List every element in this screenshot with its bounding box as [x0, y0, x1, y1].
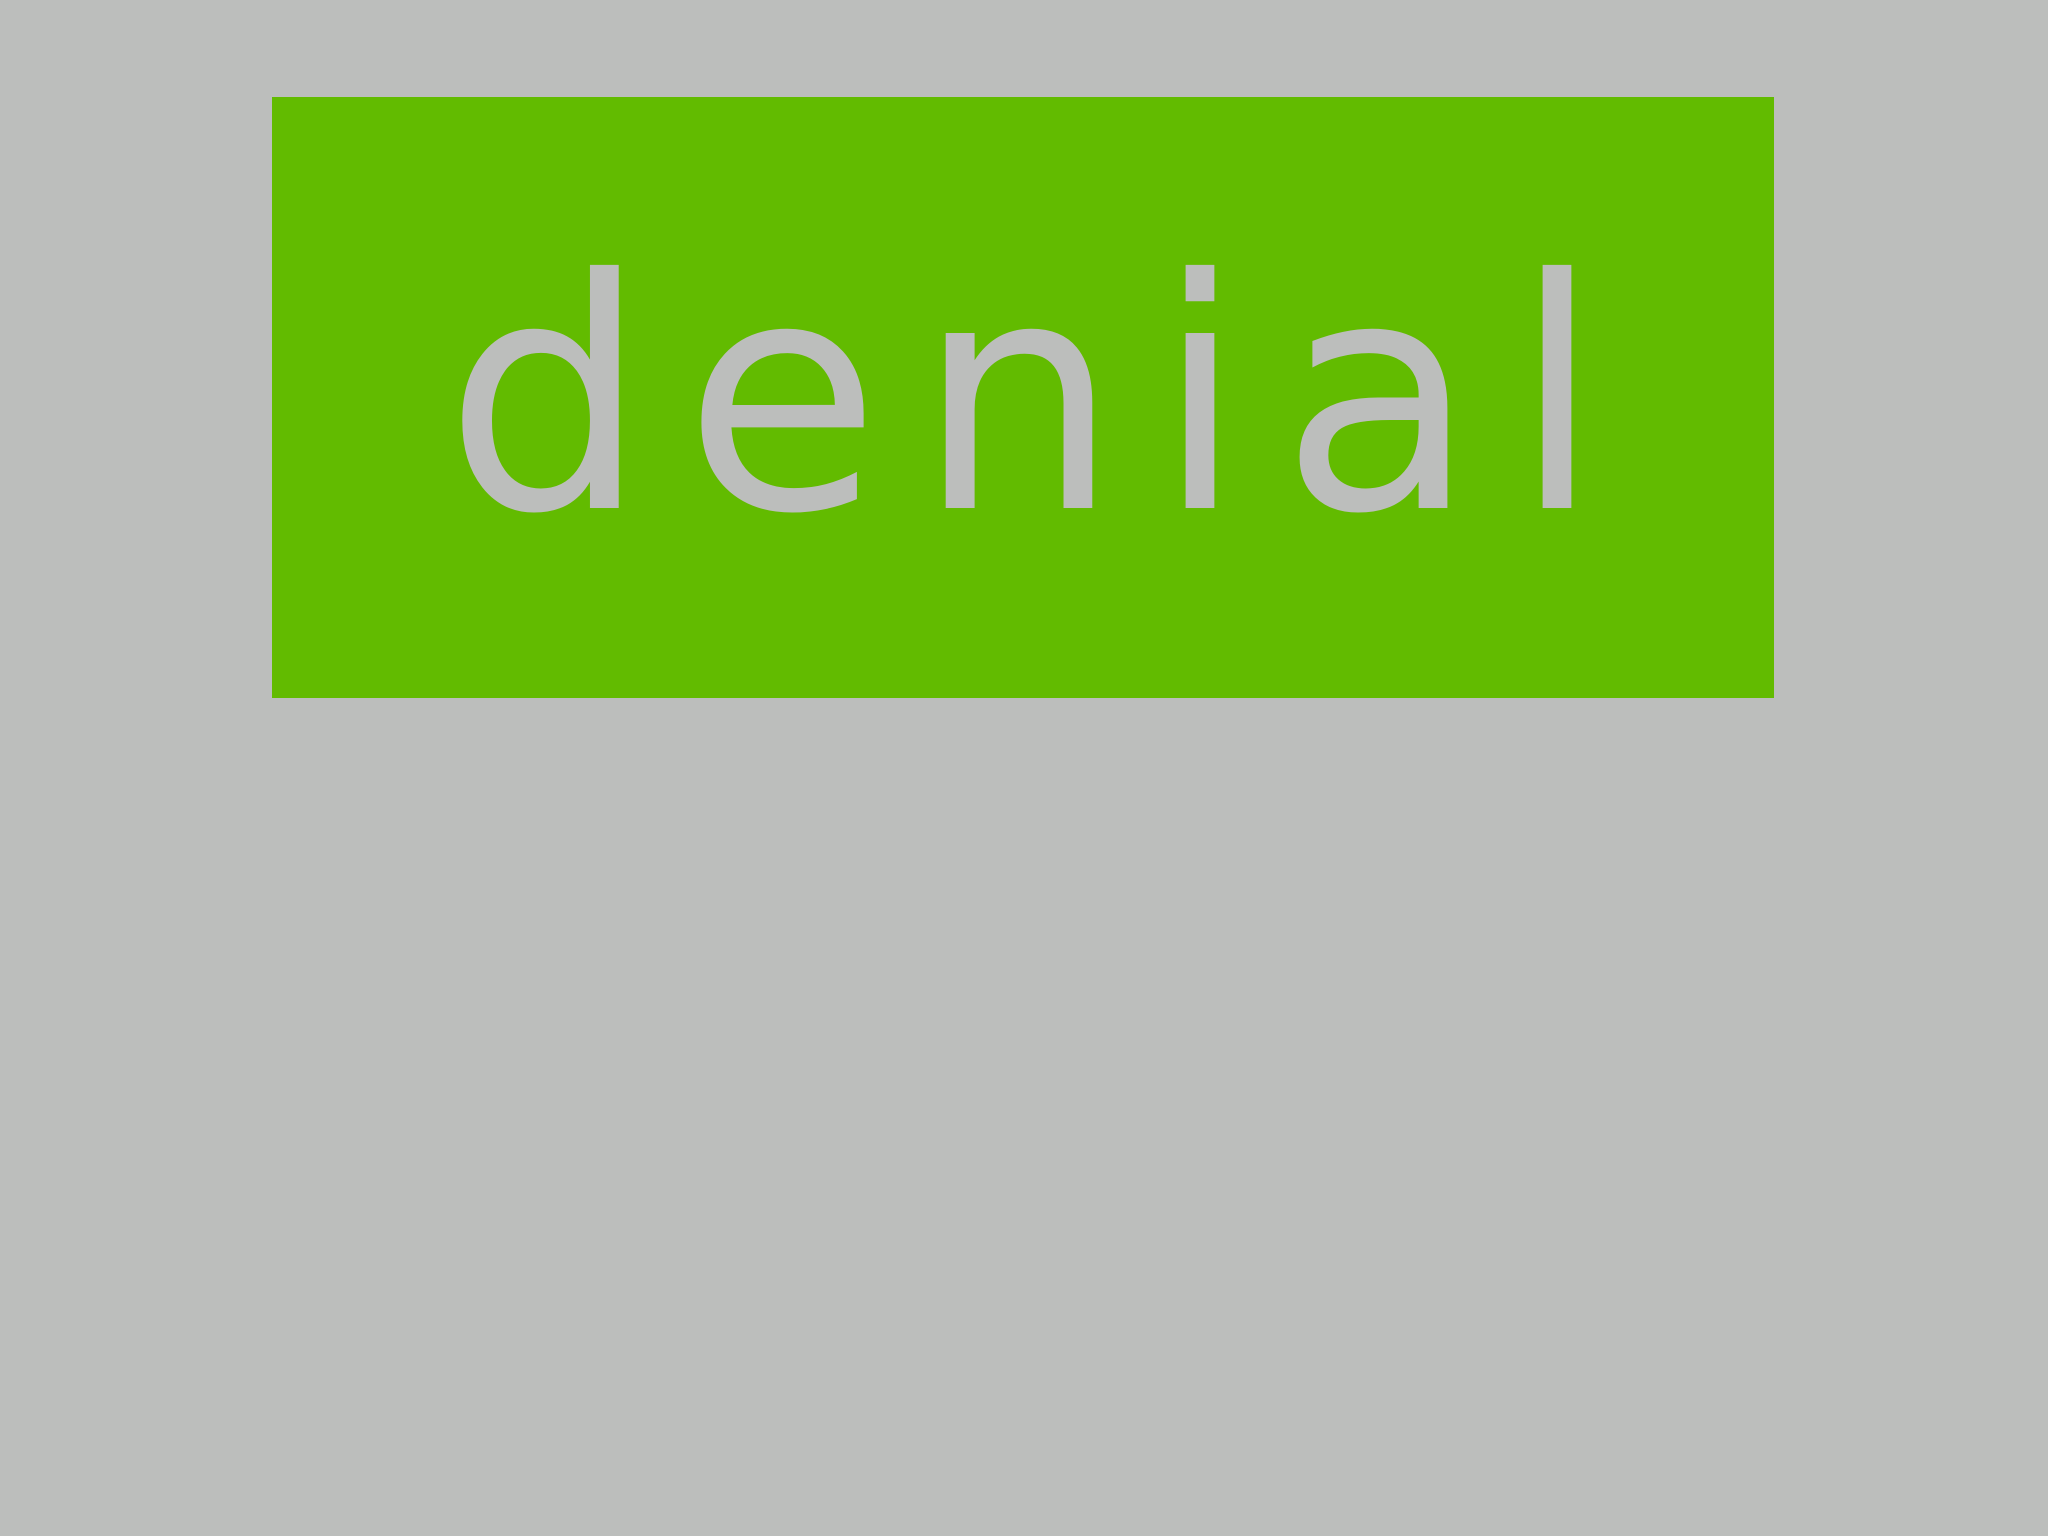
- word-card: denial: [272, 97, 1774, 698]
- word-label: denial: [444, 211, 1638, 584]
